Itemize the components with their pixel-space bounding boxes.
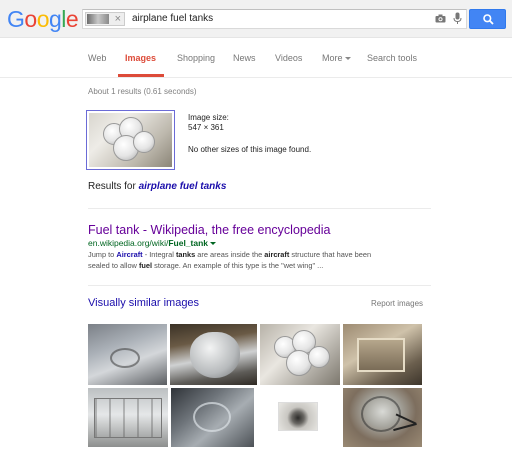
microphone-icon[interactable] (453, 12, 462, 25)
result-title-link[interactable]: Fuel tank - Wikipedia, the free encyclop… (88, 223, 331, 237)
tab-more[interactable]: More (322, 53, 351, 64)
remove-image-icon[interactable]: × (115, 12, 121, 26)
snippet-bold: fuel (138, 261, 153, 270)
results-for: Results for airplane fuel tanks (88, 181, 226, 192)
snippet-bold: tanks (175, 250, 196, 259)
report-images-link[interactable]: Report images (371, 299, 423, 308)
results-for-prefix: Results for (88, 181, 136, 192)
similar-image-1[interactable] (88, 324, 167, 385)
divider (88, 208, 431, 209)
snippet-bold: aircraft (264, 250, 290, 259)
search-query-text[interactable]: airplane fuel tanks (132, 13, 213, 25)
snippet-text: storage. An example of this type is the … (152, 261, 324, 270)
snippet-jump: Jump to (88, 250, 115, 259)
snippet-text: are areas inside the (195, 250, 265, 259)
query-image-thumbnail[interactable] (86, 110, 175, 170)
similar-image-4[interactable] (343, 324, 422, 385)
snippet-text: - Integral (142, 250, 176, 259)
similar-image-6[interactable] (171, 388, 254, 447)
result-stats: About 1 results (0.61 seconds) (88, 87, 197, 96)
image-size-label: Image size: (188, 113, 229, 122)
result-url[interactable]: en.wikipedia.org/wiki/Fuel_tank (88, 238, 217, 248)
result-snippet-line-1: Jump to Aircraft - Integral tanks are ar… (88, 250, 428, 260)
similar-image-3[interactable] (260, 324, 340, 385)
search-icon (483, 14, 494, 25)
top-bar: Google × airplane fuel tanks (0, 0, 512, 38)
search-button[interactable] (469, 9, 506, 29)
search-input[interactable]: × airplane fuel tanks (82, 9, 467, 29)
similar-image-7[interactable] (278, 402, 318, 431)
tab-web[interactable]: Web (88, 53, 106, 64)
other-sizes-note: No other sizes of this image found. (188, 145, 312, 154)
divider (88, 285, 431, 286)
snippet-text: sealed to allow (88, 261, 139, 270)
camera-icon[interactable] (435, 14, 446, 23)
image-size-value: 547 × 361 (188, 123, 224, 132)
tab-videos[interactable]: Videos (275, 53, 302, 64)
result-snippet-line-2: sealed to allow fuel storage. An example… (88, 261, 428, 271)
active-tab-indicator (118, 74, 164, 77)
search-tabs: Web Images Shopping News Videos More Sea… (0, 38, 512, 78)
snippet-jump-link[interactable]: Aircraft (116, 250, 142, 259)
similar-image-8[interactable] (343, 388, 422, 447)
chevron-down-icon (344, 57, 351, 61)
google-logo[interactable]: Google (7, 6, 79, 32)
query-image-chip-thumbnail (87, 14, 109, 24)
tab-news[interactable]: News (233, 53, 256, 64)
similar-image-5[interactable] (88, 388, 168, 447)
tab-more-label: More (322, 53, 343, 63)
best-guess-link[interactable]: airplane fuel tanks (139, 181, 227, 192)
tab-search-tools[interactable]: Search tools (367, 53, 417, 64)
snippet-text: structure that have been (289, 250, 372, 259)
result-url-prefix: en.wikipedia.org/wiki/ (88, 238, 169, 248)
result-url-bold: Fuel_tank (168, 238, 209, 248)
tab-shopping[interactable]: Shopping (177, 53, 215, 64)
caret-down-icon[interactable] (210, 242, 217, 246)
visually-similar-heading[interactable]: Visually similar images (88, 297, 199, 309)
query-image-chip[interactable]: × (85, 12, 125, 26)
similar-image-2[interactable] (170, 324, 257, 385)
tab-images[interactable]: Images (125, 53, 156, 64)
